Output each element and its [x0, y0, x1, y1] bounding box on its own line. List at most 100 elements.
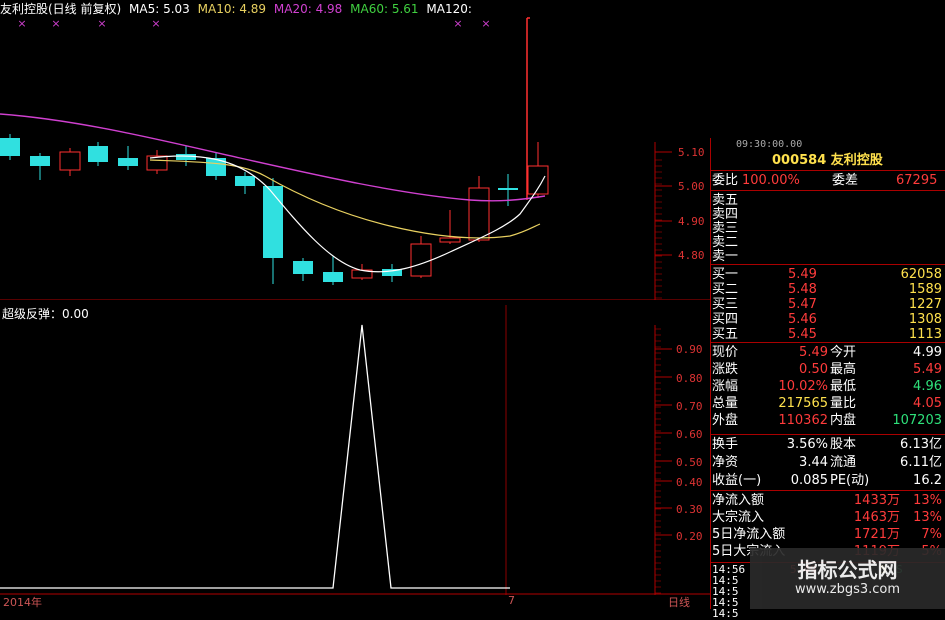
- flow-value: 1433万: [853, 493, 900, 508]
- quote-panel: 09:30:00.00 000584 友利控股 委比 100.00% 委差 67…: [710, 138, 945, 619]
- price-tick-3: 4.80: [678, 249, 705, 262]
- tick-time: 14:5: [712, 607, 739, 620]
- price-tick-2: 4.90: [678, 215, 705, 228]
- weibi-value: 100.00%: [742, 173, 800, 188]
- signal-marker: ×: [51, 17, 60, 30]
- xaxis-year: 2014年: [3, 596, 42, 609]
- indicator-chart[interactable]: [0, 305, 710, 595]
- quote-value-2: 4.99: [913, 345, 942, 360]
- fund-label-2: PE(动): [830, 473, 870, 488]
- candle-body-down: [498, 188, 518, 190]
- weibi-row: 委比 100.00% 委差 67295: [710, 172, 945, 190]
- ind-tick-6: 0.30: [676, 503, 703, 516]
- signal-marker: ×: [151, 17, 160, 30]
- signal-marker: ×: [17, 17, 26, 30]
- quote-label-2: 今开: [830, 345, 857, 360]
- quote-label: 涨幅: [712, 379, 739, 394]
- quote-value: 10.02%: [778, 379, 828, 394]
- flow-pct: 13%: [913, 493, 942, 508]
- ind-tick-2: 0.70: [676, 400, 703, 413]
- signal-marker: ×: [97, 17, 106, 30]
- quote-row: 现价 5.49 今开 4.99: [710, 344, 945, 362]
- quote-label: 总量: [712, 396, 739, 411]
- candle-body-down: [293, 261, 313, 274]
- quote-value: 5.49: [799, 345, 828, 360]
- flow-label: 大宗流入: [712, 510, 765, 525]
- candle-body-down: [235, 176, 255, 186]
- flow-value: 1721万: [853, 527, 900, 542]
- fund-value-2: 6.11亿: [900, 455, 942, 470]
- fund-value-2: 16.2: [913, 473, 942, 488]
- candle-body-down: [176, 154, 196, 160]
- signal-marker: ×: [481, 17, 490, 30]
- fund-label-2: 股本: [830, 437, 857, 452]
- price-tick-1: 5.00: [678, 180, 705, 193]
- quote-value: 217565: [778, 396, 828, 411]
- stock-code-name: 000584 友利控股: [772, 153, 883, 168]
- fund-label: 净资: [712, 455, 739, 470]
- flow-pct: 7%: [921, 527, 942, 542]
- candle-body-up: [59, 151, 81, 171]
- weicha-label: 委差: [832, 173, 859, 188]
- quote-row: 外盘 110362 内盘 107203: [710, 412, 945, 430]
- fundamental-row: 换手 3.56% 股本 6.13亿: [710, 436, 945, 454]
- quote-row: 涨幅 10.02% 最低 4.96: [710, 378, 945, 396]
- quote-label: 外盘: [712, 413, 739, 428]
- fundamental-row: 收益(一) 0.085 PE(动) 16.2: [710, 472, 945, 490]
- signal-marker: ×: [453, 17, 462, 30]
- fundamental-row: 净资 3.44 流通 6.11亿: [710, 454, 945, 472]
- fund-label-2: 流通: [830, 455, 857, 470]
- quote-row: 涨跌 0.50 最高 5.49: [710, 361, 945, 379]
- candle-body-up: [468, 187, 490, 241]
- panel-code-row: 000584 友利控股: [710, 152, 945, 170]
- fund-label: 换手: [712, 437, 739, 452]
- candle-body-up: [439, 237, 461, 243]
- weibi-label: 委比: [712, 173, 739, 188]
- candle-body-up: [410, 243, 432, 277]
- fund-flow-row: 大宗流入 1463万 13%: [710, 509, 945, 527]
- quote-value: 110362: [778, 413, 828, 428]
- fund-value: 3.56%: [786, 437, 828, 452]
- quote-label-2: 最高: [830, 362, 857, 377]
- ind-tick-1: 0.80: [676, 372, 703, 385]
- ind-tick-7: 0.20: [676, 530, 703, 543]
- candle-body-down: [0, 138, 20, 156]
- quote-row: 总量 217565 量比 4.05: [710, 395, 945, 413]
- watermark-title: 指标公式网: [797, 558, 898, 582]
- quote-value-2: 107203: [892, 413, 942, 428]
- quote-value-2: 5.49: [913, 362, 942, 377]
- candle-body-down: [263, 186, 283, 258]
- fund-flow-row: 净流入额 1433万 13%: [710, 492, 945, 510]
- quote-label-2: 量比: [830, 396, 857, 411]
- fund-value: 3.44: [799, 455, 828, 470]
- quote-label-2: 内盘: [830, 413, 857, 428]
- price-tick-0: 5.10: [678, 146, 705, 159]
- quote-value: 0.50: [799, 362, 828, 377]
- candle-body-down: [88, 146, 108, 162]
- xaxis-month: 7: [508, 594, 515, 607]
- flow-label: 5日净流入额: [712, 527, 786, 542]
- candle-body-down: [30, 156, 50, 166]
- ind-tick-5: 0.40: [676, 476, 703, 489]
- candle-body-up: [527, 165, 549, 195]
- flow-pct: 13%: [913, 510, 942, 525]
- quote-label: 现价: [712, 345, 739, 360]
- fund-label: 收益(一): [712, 473, 762, 488]
- quote-label: 涨跌: [712, 362, 739, 377]
- watermark-url: www.zbgs3.com: [794, 582, 901, 597]
- xaxis-period: 日线: [668, 596, 690, 609]
- fund-value-2: 6.13亿: [900, 437, 942, 452]
- indicator-signal-line: [0, 324, 510, 589]
- watermark-banner: 指标公式网 www.zbgs3.com: [750, 548, 945, 609]
- ind-tick-0: 0.90: [676, 343, 703, 356]
- quote-label-2: 最低: [830, 379, 857, 394]
- candle-body-down: [323, 272, 343, 282]
- fund-value: 0.085: [790, 473, 828, 488]
- flow-label: 净流入额: [712, 493, 765, 508]
- fund-flow-row: 5日净流入额 1721万 7%: [710, 526, 945, 544]
- flow-value: 1463万: [853, 510, 900, 525]
- ind-tick-4: 0.50: [676, 456, 703, 469]
- quote-value-2: 4.05: [913, 396, 942, 411]
- tick-row: 14:5: [710, 608, 945, 619]
- candlestick-chart[interactable]: × × × × × ×: [0, 0, 710, 300]
